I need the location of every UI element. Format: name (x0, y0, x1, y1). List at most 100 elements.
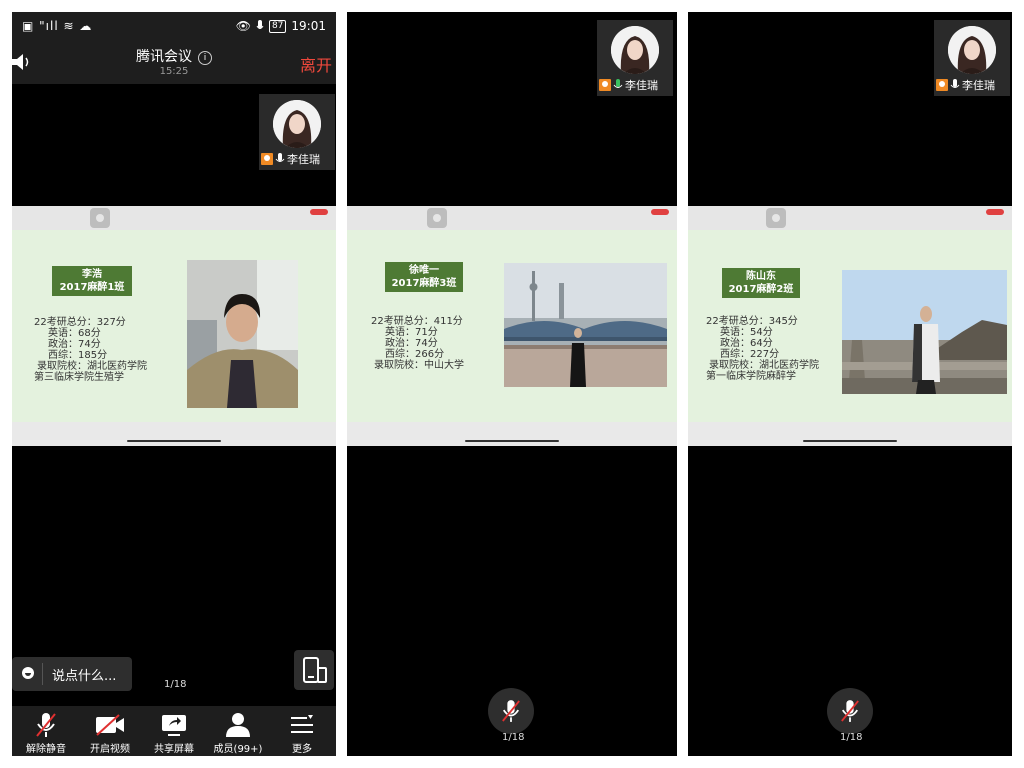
score-line: 政治：74分 (385, 338, 438, 349)
student-scores: 22考研总分：327分 英语：68分 政治：74分 西综：185分 录取院校：湖… (34, 317, 147, 383)
meeting-header: 腾讯会议 i 15:25 离开 (12, 40, 336, 84)
student-photo (842, 270, 1007, 394)
unmute-button[interactable]: 解除静音 (16, 706, 76, 756)
self-video-tile[interactable]: 李佳瑞 (259, 94, 335, 170)
shared-screen[interactable]: 徐唯一 2017麻醉3班 22考研总分：411分 英语：71分 政治：74分 西综… (347, 206, 677, 446)
shared-screen-topbar (12, 206, 336, 230)
score-line: 政治：64分 (720, 338, 773, 349)
student-scores: 22考研总分：345分 英语：54分 政治：64分 西综：227分 录取院校：湖… (706, 316, 819, 382)
shared-screen[interactable]: 陈山东 2017麻醉2班 22考研总分：345分 英语：54分 政治：64分 西综… (688, 206, 1012, 446)
score-line: 第三临床学院生殖学 (34, 372, 124, 383)
shared-screen-button-icon (90, 208, 110, 228)
shared-screen-topbar (688, 206, 1012, 230)
score-line: 英语：71分 (385, 327, 438, 338)
slide: 陈山东 2017麻醉2班 22考研总分：345分 英语：54分 政治：64分 西综… (688, 230, 1012, 422)
shared-screen-button-icon (427, 208, 447, 228)
student-photo (187, 260, 298, 408)
slide: 李浩 2017麻醉1班 22考研总分：327分 英语：68分 政治：74分 西综：… (12, 230, 336, 422)
mic-muted-icon (841, 700, 859, 722)
start-video-button[interactable]: 开启视频 (80, 706, 140, 756)
participant-name: 李佳瑞 (599, 77, 658, 93)
mic-icon (613, 79, 623, 88)
self-video-tile[interactable]: 李佳瑞 (934, 20, 1010, 96)
mic-muted-icon (502, 700, 520, 722)
slide: 徐唯一 2017麻醉3班 22考研总分：411分 英语：71分 政治：74分 西综… (347, 230, 677, 422)
mic-icon (950, 79, 960, 88)
score-line: 录取院校：湖北医药学院 (709, 360, 819, 371)
score-line: 西综：227分 (720, 349, 780, 360)
home-indicator (803, 440, 897, 442)
members-icon (226, 713, 250, 737)
status-signal: ▣ "ıll ≋ ☁ (22, 19, 93, 33)
student-name-box: 李浩 2017麻醉1班 (52, 266, 132, 296)
status-bar: ▣ "ıll ≋ ☁ 👁 87 19:01 (12, 12, 336, 40)
page-indicator: 1/18 (840, 732, 863, 743)
score-line: 22考研总分：327分 (34, 317, 126, 328)
mic-status-icon (256, 20, 264, 29)
more-icon (291, 715, 313, 733)
emoji-icon[interactable] (22, 667, 34, 679)
score-line: 22考研总分：345分 (706, 316, 798, 327)
video-off-icon (96, 714, 124, 736)
student-class: 2017麻醉3班 (391, 278, 457, 289)
status-time: 19:01 (291, 19, 326, 33)
student-name: 徐唯一 (409, 265, 439, 276)
student-name: 李浩 (82, 269, 102, 280)
leave-button[interactable]: 离开 (300, 52, 332, 76)
home-indicator (465, 440, 559, 442)
unmute-label: 解除静音 (26, 744, 66, 755)
shared-screen-button-icon (766, 208, 786, 228)
meeting-screen-2: 李佳瑞 徐唯一 2017麻醉3班 22考研总分：411分 英语：71分 政治：74… (347, 12, 677, 756)
student-photo (504, 263, 667, 387)
page-indicator: 1/18 (502, 732, 525, 743)
members-button[interactable]: 成员(99+) (208, 706, 268, 756)
battery-level: 87 (268, 19, 287, 33)
student-name-box: 陈山东 2017麻醉2班 (722, 268, 800, 298)
rotate-icon (303, 657, 327, 683)
participant-name: 李佳瑞 (261, 151, 320, 167)
score-line: 录取院校：湖北医药学院 (37, 361, 147, 372)
more-button[interactable]: 更多 (272, 706, 332, 756)
score-line: 西综：185分 (48, 350, 108, 361)
mic-muted-icon (36, 713, 56, 737)
start-video-label: 开启视频 (90, 744, 130, 755)
info-icon[interactable]: i (198, 51, 212, 65)
participant-name: 李佳瑞 (936, 77, 995, 93)
shared-screen[interactable]: 李浩 2017麻醉1班 22考研总分：327分 英语：68分 政治：74分 西综：… (12, 206, 336, 446)
rotate-screen-button[interactable] (294, 650, 334, 690)
record-indicator (651, 209, 669, 215)
score-line: 英语：68分 (48, 328, 101, 339)
score-line: 政治：74分 (48, 339, 101, 350)
avatar (273, 100, 321, 148)
score-line: 录取院校：中山大学 (374, 360, 464, 371)
participant-name-text: 李佳瑞 (287, 153, 320, 166)
student-scores: 22考研总分：411分 英语：71分 政治：74分 西综：266分 录取院校：中… (371, 316, 464, 371)
meeting-title[interactable]: 腾讯会议 i (12, 46, 336, 66)
student-name: 陈山东 (746, 271, 776, 282)
score-line: 22考研总分：411分 (371, 316, 463, 327)
share-screen-button[interactable]: 共享屏幕 (144, 706, 204, 756)
members-label: 成员(99+) (213, 744, 263, 755)
floating-mic-button[interactable] (488, 688, 534, 734)
chat-input[interactable]: 说点什么... (12, 657, 132, 691)
avatar (611, 26, 659, 74)
meeting-screen-3: 李佳瑞 陈山东 2017麻醉2班 22考研总分：345分 英语：54分 政治：64… (688, 12, 1012, 756)
meeting-screen-1: ▣ "ıll ≋ ☁ 👁 87 19:01 腾讯会议 i 15:25 离开 李佳瑞… (12, 12, 336, 756)
chat-divider (42, 663, 43, 685)
self-video-tile[interactable]: 李佳瑞 (597, 20, 673, 96)
host-badge-icon (599, 79, 611, 91)
home-indicator (127, 440, 221, 442)
share-screen-label: 共享屏幕 (154, 744, 194, 755)
score-line: 英语：54分 (720, 327, 773, 338)
status-right: 👁 87 19:01 (236, 19, 326, 33)
record-indicator (986, 209, 1004, 215)
page-indicator: 1/18 (164, 679, 187, 690)
chat-placeholder: 说点什么... (52, 669, 117, 684)
avatar (948, 26, 996, 74)
student-class: 2017麻醉2班 (728, 284, 794, 295)
more-label: 更多 (292, 744, 312, 755)
floating-mic-button[interactable] (827, 688, 873, 734)
student-class: 2017麻醉1班 (59, 282, 125, 293)
host-badge-icon (936, 79, 948, 91)
student-name-box: 徐唯一 2017麻醉3班 (385, 262, 463, 292)
